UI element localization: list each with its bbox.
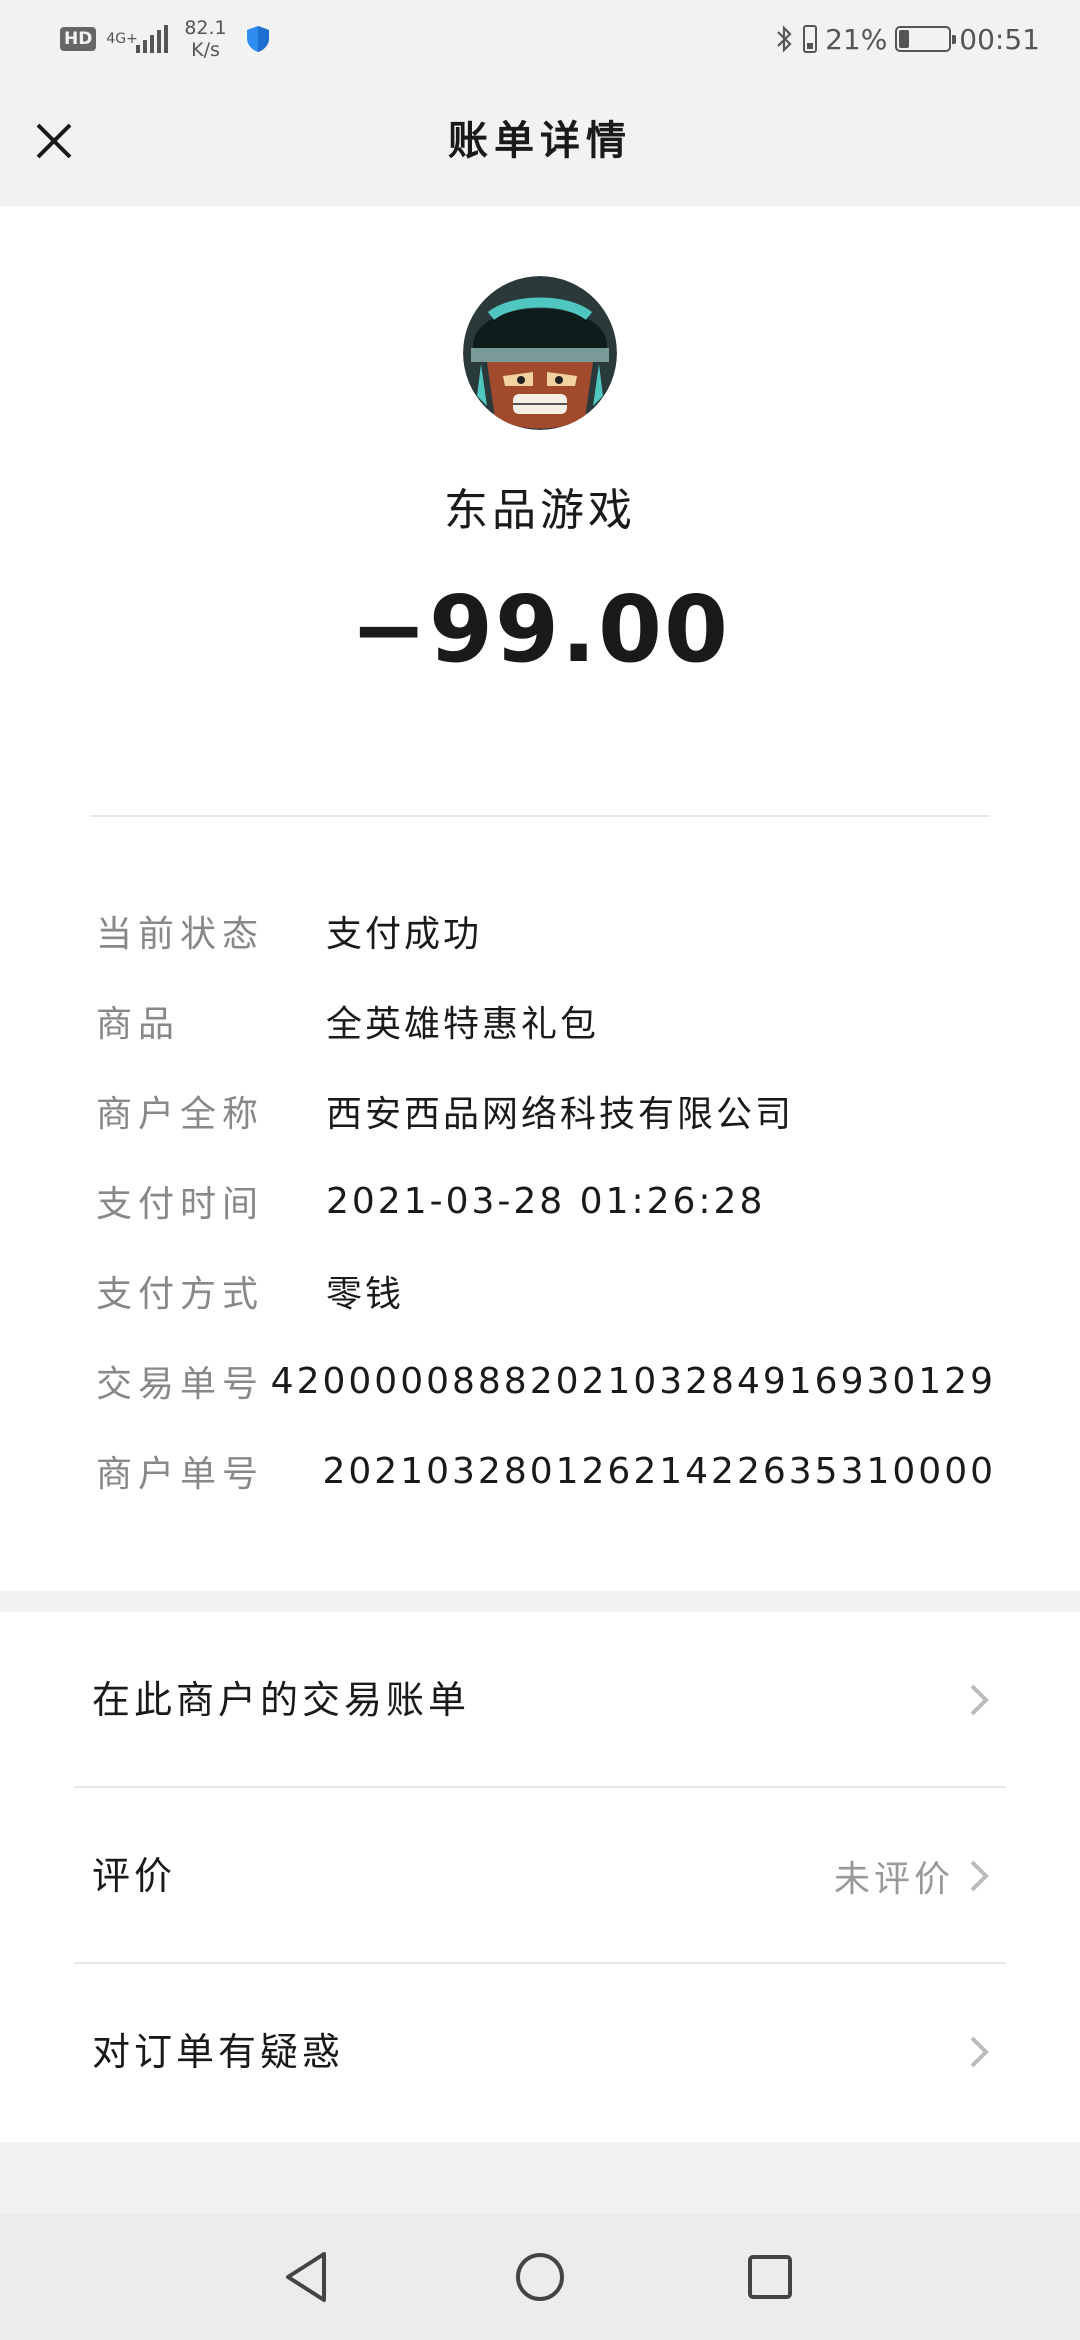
detail-value: 支付成功 [326,914,483,955]
detail-value: 全英雄特惠礼包 [326,1004,600,1045]
detail-value[interactable]: 2021032801262142263531000​0 [322,1451,996,1492]
merchant-avatar [463,276,617,430]
detail-row-product: 商品 全英雄特惠礼包 [96,976,996,1066]
detail-row-status: 当前状态 支付成功 [96,886,996,976]
detail-value: 零钱 [326,1274,405,1315]
speed-unit: K/s [191,39,220,61]
detail-value: 西安西品网络科技有限公司 [326,1094,795,1135]
detail-row-merchant-fullname: 商户全称 西安西品网络科技有限公司 [96,1066,996,1156]
transaction-amount: −99.00 [349,576,731,683]
detail-label: 商户单号 [96,1454,265,1495]
shield-icon [246,26,269,52]
detail-label: 当前状态 [96,914,265,955]
option-label: 评价 [92,1854,177,1898]
hd-badge: HD [60,27,97,51]
divider [90,815,990,817]
detail-label: 交易单号 [96,1364,265,1405]
battery-small-icon [803,25,818,53]
chevron-right-icon [970,1684,989,1716]
option-label: 对订单有疑惑 [92,2030,345,2074]
home-nav-icon[interactable] [505,2242,575,2312]
clock: 00:51 [959,22,1040,56]
detail-label: 商品 [96,1004,181,1045]
battery-percent: 21% [825,22,888,56]
detail-value[interactable]: 4200000888202103284916930129 [271,1361,996,1402]
page-title: 账单详情 [448,118,632,164]
network-speed: 82.1 K/s [184,17,226,61]
recents-nav-icon[interactable] [735,2242,805,2312]
detail-label: 支付时间 [96,1184,265,1225]
merchant-name: 东品游戏 [444,485,636,536]
system-nav-bar [0,2214,1080,2340]
signal-icon [136,25,169,53]
speed-value: 82.1 [184,17,227,39]
status-left: HD 4G+ 82.1 K/s [60,14,273,64]
bill-card: 东品游戏 −99.00 当前状态 支付成功 商品 全英雄特惠礼包 商户全称 西安… [0,206,1080,1591]
review-row[interactable]: 评价 未评价 [0,1788,1080,1964]
order-question-row[interactable]: 对订单有疑惑 [0,1964,1080,2140]
detail-value: 2021-03-28 01:26:28 [326,1180,766,1222]
detail-row-merchant-order-id: 商户单号 2021032801262142263531000​0 [96,1426,996,1516]
merchant-bills-row[interactable]: 在此商户的交易账单 [0,1612,1080,1788]
charging-battery-icon [895,26,957,52]
detail-row-transaction-id: 交易单号 4200000888202103284916930129 [96,1336,996,1426]
chevron-right-icon [970,1860,989,1892]
review-status: 未评价 [833,1859,954,1900]
status-right: 21% 00:51 [773,14,1040,64]
bluetooth-icon [777,25,792,53]
detail-row-payment-time: 支付时间 2021-03-28 01:26:28 [96,1156,996,1246]
detail-label: 商户全称 [96,1094,265,1135]
detail-label: 支付方式 [96,1274,265,1315]
detail-row-payment-method: 支付方式 零钱 [96,1246,996,1336]
header: 账单详情 [0,76,1080,206]
back-nav-icon[interactable] [272,2242,342,2312]
chevron-right-icon [970,2036,989,2068]
option-right: 未评价 [834,1788,990,1964]
status-bar: HD 4G+ 82.1 K/s 21% 00:51 [0,0,1080,76]
action-list: 在此商户的交易账单 评价 未评价 对订单有疑惑 [0,1612,1080,2142]
network-type: 4G+ [106,31,138,47]
option-right [954,1964,990,2140]
option-label: 在此商户的交易账单 [92,1678,471,1722]
option-right [954,1612,990,1788]
detail-list: 当前状态 支付成功 商品 全英雄特惠礼包 商户全称 西安西品网络科技有限公司 支… [96,886,996,1516]
